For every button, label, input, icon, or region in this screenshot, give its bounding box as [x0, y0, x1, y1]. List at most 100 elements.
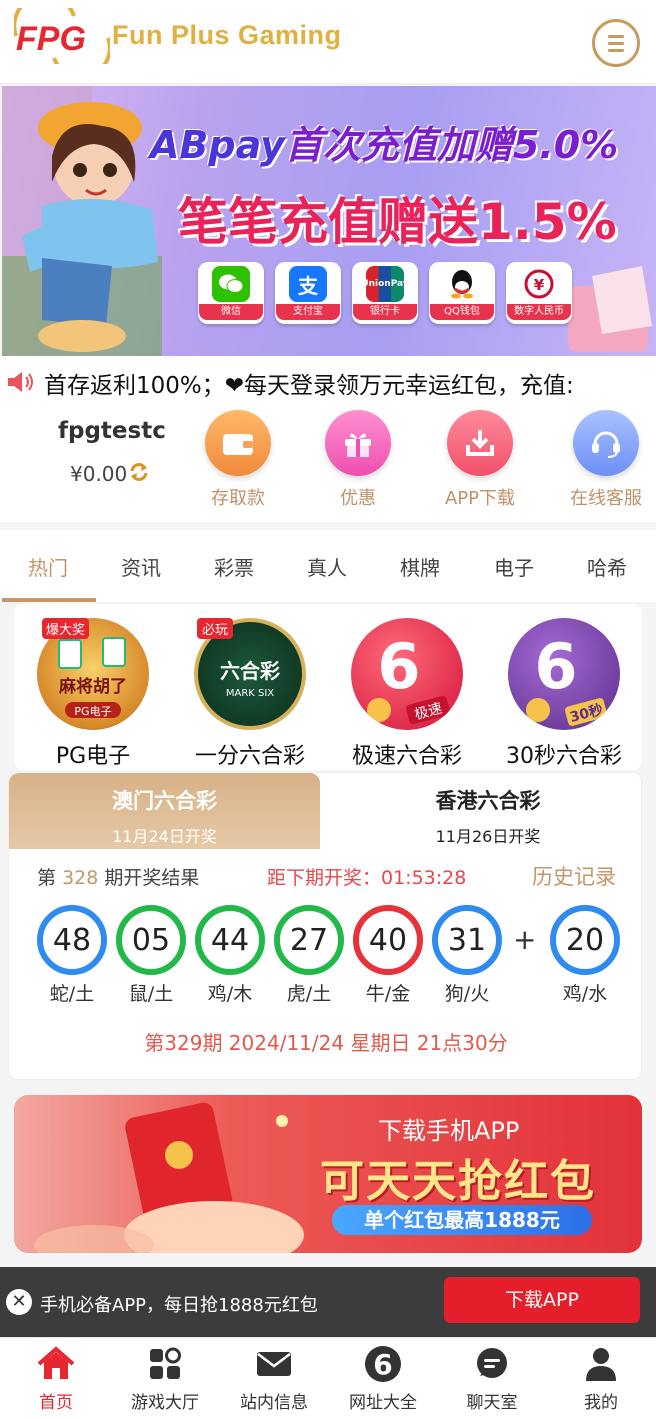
svg-text:FPG: FPG	[16, 20, 86, 58]
payment-label: 数字人民币	[507, 304, 571, 320]
game-name: 极速六合彩	[351, 744, 462, 769]
draw-number: 第 328 期开奖结果	[37, 867, 200, 889]
fpg-logo[interactable]: FPG	[14, 8, 110, 64]
result-ball: 27 虎/土	[274, 905, 344, 1006]
app-banner-line3: 单个红包最高1888元	[332, 1205, 592, 1235]
payment-label: 支付宝	[276, 304, 340, 320]
payment-methods: 微信 支 支付宝 UnionPay 银行卡 QQ钱包 ¥ 数字人民币	[198, 262, 572, 324]
payment-label: 银行卡	[353, 304, 417, 320]
game-pg-slots[interactable]: 麻将胡了 PG电子 爆大奖 PG电子	[18, 618, 168, 770]
lottery-tab-date: 11月26日开奖	[435, 827, 541, 846]
download-icon	[447, 410, 513, 476]
quick-action-label: 在线客服	[570, 488, 642, 509]
svg-text:30秒: 30秒	[568, 701, 605, 726]
game-name: 30秒六合彩	[506, 744, 622, 769]
lottery-tab-name: 澳门六合彩	[112, 789, 217, 813]
download-bar-text: 手机必备APP，每日抢1888元红包	[40, 1295, 318, 1316]
svg-text:PG电子: PG电子	[74, 705, 111, 718]
banner-headline-1: ABpay首次充值加赠5.0%	[150, 123, 619, 167]
payment-qq: QQ钱包	[429, 262, 495, 324]
chat-icon	[442, 1344, 542, 1384]
game-name: 一分六合彩	[194, 744, 305, 769]
quick-action-label: 存取款	[211, 488, 265, 509]
promo-banner[interactable]: ABpay首次充值加赠5.0% 笔笔充值赠送1.5% 微信 支 支付宝 Unio…	[2, 86, 656, 356]
wechat-icon	[212, 266, 250, 302]
user-panel: fpgtestc ¥0.00 存取款 优惠 APP下载 在线客服	[0, 406, 656, 522]
game-one-minute-marksix[interactable]: 六合彩 MARK SIX 必玩 一分六合彩	[175, 618, 325, 770]
nav-chatroom[interactable]: 聊天室	[442, 1344, 542, 1413]
nav-label: 网址大全	[349, 1393, 417, 1413]
tab-hongkong-marksix[interactable]: 香港六合彩 11月26日开奖	[333, 773, 641, 849]
svg-text:6: 6	[373, 1348, 392, 1381]
result-ball: 44 鸡/木	[195, 905, 265, 1006]
notice-marquee[interactable]: 首存返利100%；❤每天登录领万元幸运红包，充值:	[0, 356, 656, 406]
bottom-nav: 首页 游戏大厅 站内信息 6 网址大全 聊天室 我的	[0, 1337, 656, 1419]
svg-text:麻将胡了: 麻将胡了	[58, 676, 127, 697]
tab-live[interactable]: 真人	[307, 552, 347, 581]
game-30s-marksix[interactable]: 6 30秒 30秒六合彩	[489, 618, 639, 770]
speaker-icon	[8, 372, 33, 392]
game-icon-30s-six: 6 30秒	[508, 618, 620, 730]
nav-game-hall[interactable]: 游戏大厅	[115, 1344, 215, 1413]
nav-label: 聊天室	[466, 1393, 518, 1413]
tab-macau-marksix[interactable]: 澳门六合彩 11月24日开奖	[9, 773, 320, 849]
brand-name: Fun Plus Gaming	[112, 20, 342, 50]
gift-icon	[325, 410, 391, 476]
app-banner-line1: 下载手机APP	[378, 1117, 520, 1145]
alipay-icon: 支	[289, 266, 327, 302]
history-link[interactable]: 历史记录	[532, 861, 616, 891]
nav-label: 首页	[39, 1393, 73, 1413]
lottery-results: 澳门六合彩 11月24日开奖 香港六合彩 11月26日开奖 第 328 期开奖结…	[8, 772, 642, 1080]
nav-url-directory[interactable]: 6 网址大全	[333, 1344, 433, 1413]
special-ball: 20 鸡/水	[550, 905, 620, 1006]
tab-cards[interactable]: 棋牌	[400, 552, 440, 581]
next-issue-info: 第329期 2024/11/24 星期日 21点30分	[144, 1031, 508, 1055]
next-draw-countdown: 距下期开奖：01:53:28	[267, 867, 467, 889]
nav-home[interactable]: 首页	[6, 1344, 106, 1413]
banner-headline-2: 笔笔充值赠送1.5%	[178, 193, 617, 251]
balance: ¥0.00	[70, 462, 128, 486]
result-ball: 48 蛇/土	[37, 905, 107, 1006]
quick-action-label: APP下载	[444, 488, 516, 509]
quick-action-app-download[interactable]: APP下载	[432, 410, 528, 510]
tab-lottery[interactable]: 彩票	[214, 552, 254, 581]
svg-text:MARK SIX: MARK SIX	[226, 688, 274, 699]
nav-label: 游戏大厅	[131, 1393, 199, 1413]
username: fpgtestc	[58, 418, 166, 444]
qq-icon	[443, 266, 481, 302]
game-fast-marksix[interactable]: 6 极速 极速六合彩	[332, 618, 482, 770]
quick-action-support[interactable]: 在线客服	[558, 410, 654, 510]
download-app-button[interactable]: 下载APP	[444, 1277, 640, 1323]
games-grid-icon	[115, 1344, 215, 1384]
nav-label: 我的	[584, 1393, 618, 1413]
payment-label: QQ钱包	[430, 304, 494, 320]
result-ball: 05 鼠/土	[116, 905, 186, 1006]
home-icon	[6, 1344, 106, 1384]
close-icon[interactable]: ✕	[6, 1289, 32, 1315]
download-app-bar: ✕ 手机必备APP，每日抢1888元红包 下载APP	[0, 1267, 656, 1337]
six-icon: 6	[333, 1344, 433, 1384]
tab-hash[interactable]: 哈希	[587, 552, 627, 581]
tab-slots[interactable]: 电子	[494, 552, 534, 581]
quick-action-promo[interactable]: 优惠	[310, 410, 406, 510]
result-ball: 31 狗/火	[432, 905, 502, 1006]
red-envelope-illustration	[34, 1102, 304, 1253]
nav-profile[interactable]: 我的	[551, 1344, 651, 1413]
svg-text:6: 6	[534, 630, 577, 703]
active-tab-indicator	[2, 598, 96, 602]
nav-messages[interactable]: 站内信息	[224, 1344, 324, 1413]
app-download-banner[interactable]: 下载手机APP 可天天抢红包 单个红包最高1888元	[14, 1095, 642, 1253]
svg-text:6: 6	[377, 630, 420, 703]
plus-sign: +	[513, 923, 537, 956]
lottery-tab-name: 香港六合彩	[435, 789, 541, 813]
tab-news[interactable]: 资讯	[121, 552, 161, 581]
payment-unionpay: UnionPay 银行卡	[352, 262, 418, 324]
header: FPG Fun Plus Gaming	[0, 0, 656, 84]
tab-hot[interactable]: 热门	[28, 552, 68, 581]
payment-wechat: 微信	[198, 262, 264, 324]
menu-icon[interactable]	[592, 19, 640, 67]
quick-action-deposit[interactable]: 存取款	[190, 410, 286, 510]
unionpay-icon: UnionPay	[361, 266, 409, 302]
refresh-icon[interactable]	[128, 461, 150, 483]
svg-text:六合彩: 六合彩	[220, 659, 280, 683]
